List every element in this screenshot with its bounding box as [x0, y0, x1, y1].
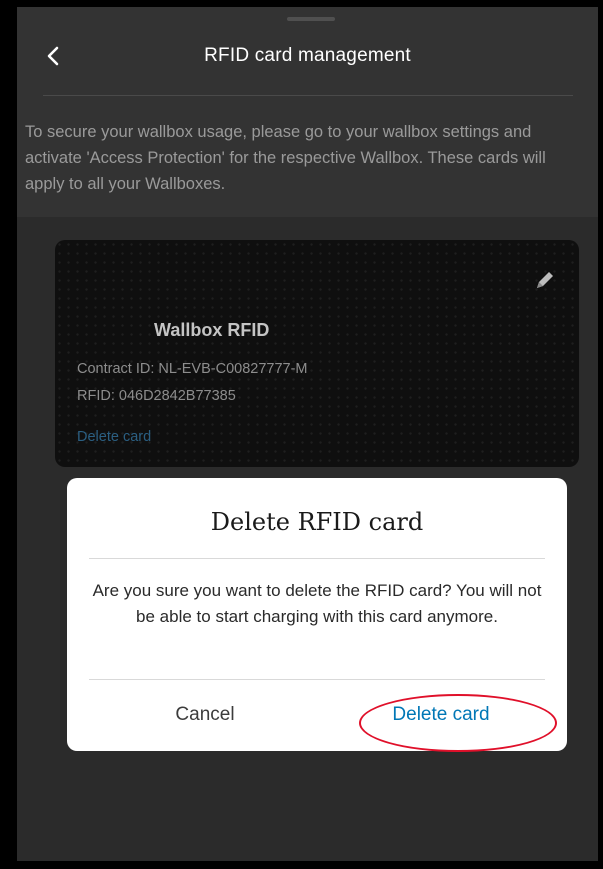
delete-rfid-dialog: Delete RFID card Are you sure you want t…: [67, 478, 567, 752]
dialog-title: Delete RFID card: [210, 508, 424, 536]
dialog-message: Are you sure you want to delete the RFID…: [92, 581, 542, 626]
dialog-divider-bottom: [89, 679, 545, 680]
screenshot-frame: RFID card management To secure your wall…: [0, 0, 603, 869]
dialog-divider-top: [89, 558, 545, 559]
app-screen: RFID card management To secure your wall…: [17, 7, 598, 861]
cancel-button[interactable]: Cancel: [135, 700, 275, 730]
highlight-annotation: [359, 694, 557, 752]
